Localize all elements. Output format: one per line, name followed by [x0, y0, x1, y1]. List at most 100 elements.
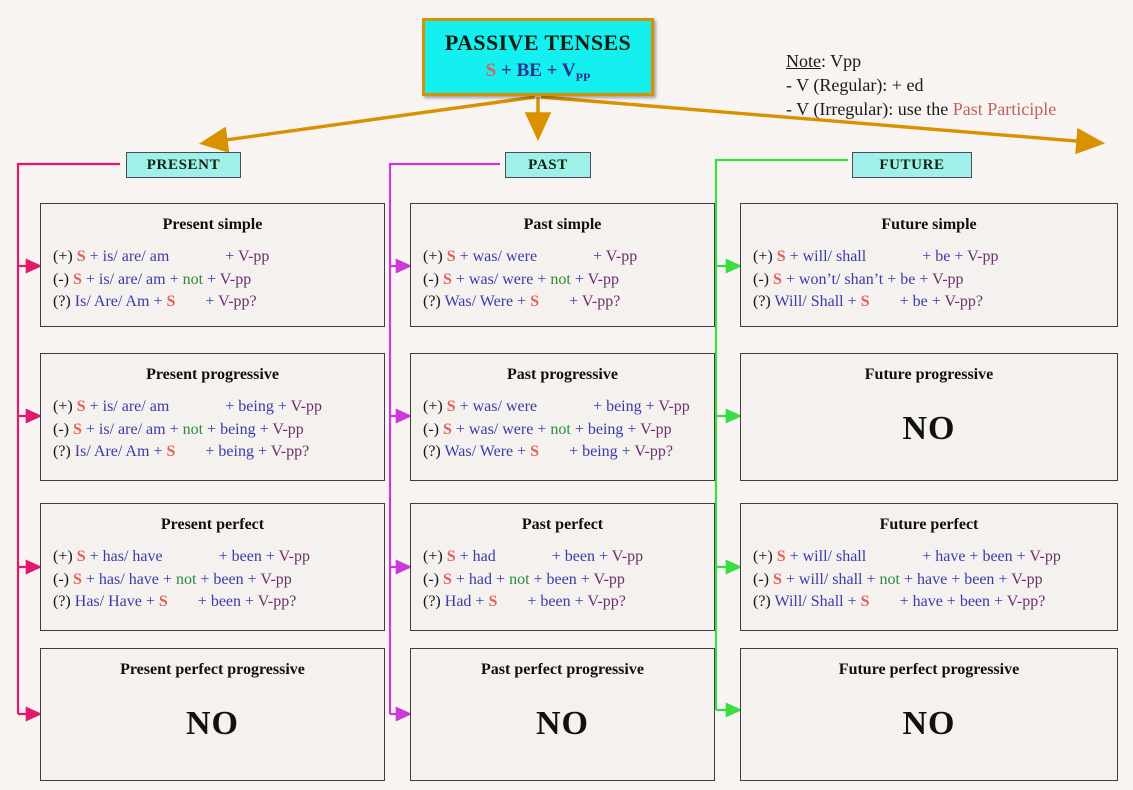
polarity-marker: (+) [753, 548, 773, 565]
formula-row: (-) S + had + not + been + V-pp [423, 569, 702, 592]
plus-sign: + [145, 593, 155, 611]
plus-sign: + [569, 293, 579, 311]
formula-rows: (+) S + was/ were + being + V-pp (-) S +… [411, 396, 714, 464]
plus-sign: + [218, 548, 228, 565]
formula-subject: S [485, 59, 497, 81]
no-passive-label: NO [902, 410, 956, 447]
subject-token: S [166, 443, 176, 461]
negation-token: not [182, 420, 204, 438]
plus-sign: + [455, 570, 465, 588]
polarity-marker: (+) [53, 398, 73, 415]
formula-row: (?) Is/ Are/ Am + S + being + V-pp? [53, 441, 372, 464]
auxiliary-token: been [546, 570, 577, 588]
plus-sign: + [89, 398, 99, 415]
polarity-marker: (-) [753, 570, 769, 588]
note-heading: Note: Vpp [786, 50, 1126, 74]
plus-sign: + [517, 293, 527, 311]
auxiliary-token: was/ were [468, 270, 534, 288]
column-header-past[interactable]: PAST [505, 152, 591, 178]
plus-sign: + [574, 270, 584, 288]
diagram-canvas: PASSIVE TENSES S + BE + VPP Note: Vpp - … [0, 0, 1133, 790]
plus-sign: + [994, 593, 1004, 611]
participle-token: V-pp [587, 270, 619, 288]
participle-token: V-pp? [218, 293, 257, 311]
passive-tenses-title-box: PASSIVE TENSES S + BE + VPP [422, 18, 654, 96]
plus-sign: + [517, 443, 527, 461]
polarity-marker: (-) [753, 270, 769, 288]
polarity-marker: (-) [423, 270, 439, 288]
tense-card-title: Past perfect [521, 516, 604, 533]
subject-token: S [442, 420, 452, 438]
subject-token: S [72, 420, 82, 438]
plus-sign: + [153, 293, 163, 311]
subject-token: S [72, 270, 82, 288]
formula-row: (?) Was/ Were + S + V-pp? [423, 291, 702, 314]
tense-card-title: Present perfect progressive [120, 661, 305, 678]
auxiliary-token: Was/ Were [444, 443, 514, 461]
formula-row: (-) S + won’t/ shan’t + be + V-pp [753, 269, 1105, 292]
polarity-marker: (?) [423, 593, 441, 611]
formula-v-letter: V [561, 59, 576, 81]
auxiliary-token: being [587, 420, 624, 438]
tense-card-future-simple[interactable]: Future simple (+) S + will/ shall + be + … [740, 203, 1118, 327]
plus-sign: + [459, 548, 469, 565]
formula-row: (-) S + was/ were + not + being + V-pp [423, 419, 702, 442]
tense-card-past-perfect[interactable]: Past perfect (+) S + had + been + V-pp (-… [410, 503, 715, 631]
formula-rows: (+) S + will/ shall + be + V-pp (-) S + … [741, 246, 1117, 314]
subject-token: S [776, 548, 786, 565]
plus-sign: + [496, 570, 506, 588]
note-line-irregular: - V (Irregular): use the Past Participle [786, 98, 1126, 122]
tense-card-past-perfect-progressive[interactable]: Past perfect progressive NO [410, 648, 715, 781]
subject-token: S [446, 548, 456, 565]
plus-sign: + [593, 398, 603, 415]
auxiliary-token: was/ were [472, 248, 538, 265]
tense-card-future-perfect-progressive[interactable]: Future perfect progressive NO [740, 648, 1118, 781]
formula-row: (?) Had + S + been + V-pp? [423, 591, 702, 614]
plus-sign: + [153, 443, 163, 461]
plus-sign: + [847, 293, 857, 311]
column-header-present[interactable]: PRESENT [126, 152, 241, 178]
tense-card-past-progressive[interactable]: Past progressive (+) S + was/ were + bein… [410, 353, 715, 481]
column-header-future[interactable]: FUTURE [852, 152, 972, 178]
tense-card-present-perfect[interactable]: Present perfect (+) S + has/ have + been … [40, 503, 385, 631]
subject-token: S [860, 593, 870, 611]
polarity-marker: (+) [53, 248, 73, 265]
plus-sign: + [207, 420, 217, 438]
no-passive-label: NO [536, 705, 589, 742]
formula-row: (?) Is/ Are/ Am + S + V-pp? [53, 291, 372, 314]
plus-sign: + [265, 548, 275, 565]
tense-card-future-perfect[interactable]: Future perfect (+) S + will/ shall + have… [740, 503, 1118, 631]
formula-be: BE [516, 59, 542, 81]
auxiliary-token: be [935, 248, 951, 265]
plus-sign: + [257, 443, 267, 461]
formula-plus-1: + [500, 59, 512, 81]
participle-token: V-pp [967, 248, 999, 265]
plus-sign: + [593, 248, 603, 265]
tense-card-future-progressive[interactable]: Future progressive NO [740, 353, 1118, 481]
participle-token: V-pp [260, 570, 292, 588]
tense-card-title: Future simple [881, 216, 977, 233]
auxiliary-token: is/ are/ am [102, 398, 170, 415]
tense-card-present-simple[interactable]: Present simple (+) S + is/ are/ am + V-pp… [40, 203, 385, 327]
tense-card-present-perfect-progressive[interactable]: Present perfect progressive NO [40, 648, 385, 781]
formula-rows: (+) S + will/ shall + have + been + V-pp… [741, 546, 1117, 614]
plus-sign: + [899, 293, 909, 311]
negation-token: not [509, 570, 530, 588]
plus-sign: + [598, 548, 608, 565]
polarity-marker: (?) [53, 443, 71, 461]
auxiliary-token: has/ have [98, 570, 159, 588]
tense-card-title: Present perfect [160, 516, 265, 533]
auxiliary-token: Will/ Shall [774, 293, 844, 311]
participle-token: V-pp? [581, 293, 621, 311]
plus-sign: + [866, 570, 876, 588]
tense-card-past-simple[interactable]: Past simple (+) S + was/ were + V-pp (-) … [410, 203, 715, 327]
auxiliary-token: have + been [912, 593, 991, 611]
subject-token: S [446, 248, 456, 265]
auxiliary-token: will/ shall [802, 248, 867, 265]
formula-rows: (+) S + had + been + V-pp (-) S + had + … [411, 546, 714, 614]
auxiliary-token: being [582, 443, 618, 461]
participle-token: V-pp [1011, 570, 1043, 588]
formula-row: (+) S + was/ were + being + V-pp [423, 396, 702, 419]
tense-card-present-progressive[interactable]: Present progressive (+) S + is/ are/ am +… [40, 353, 385, 481]
subject-token: S [76, 248, 86, 265]
